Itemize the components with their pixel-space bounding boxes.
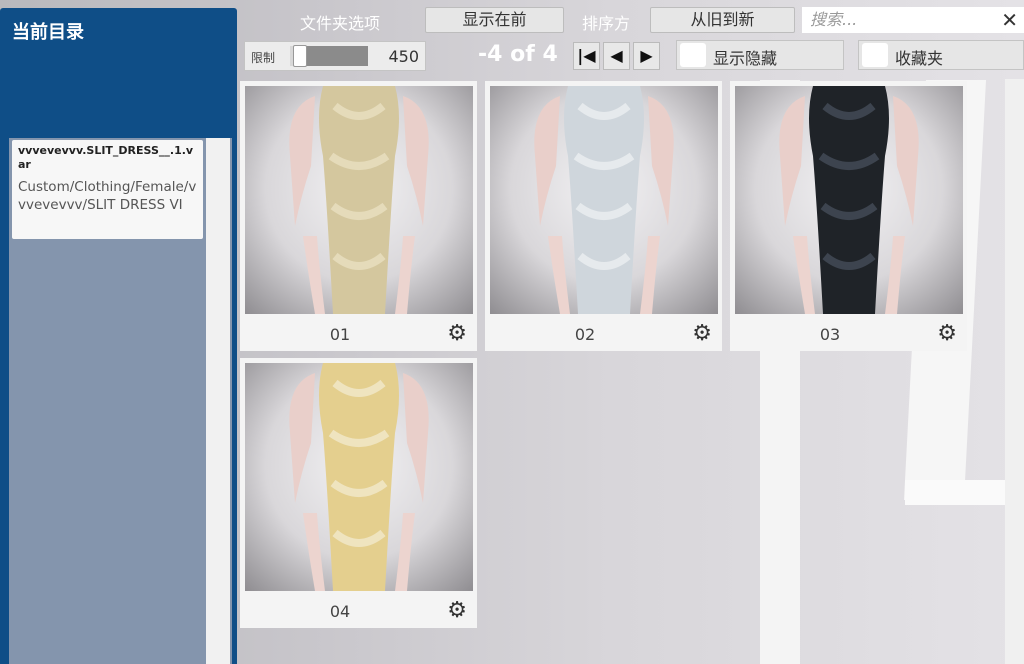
page-info: -4 of 4 [478, 42, 558, 67]
item-card[interactable]: 01 ⚙ [240, 81, 477, 351]
dress-figure [289, 363, 429, 591]
item-label: 03 [819, 325, 841, 344]
dress-figure [534, 86, 674, 314]
show-first-button[interactable]: 显示在前 [425, 7, 564, 33]
item-thumbnail[interactable] [245, 86, 473, 314]
dress-figure [289, 86, 429, 314]
item-thumbnail[interactable] [245, 363, 473, 591]
gear-icon[interactable]: ⚙ [937, 321, 957, 346]
item-label: 04 [329, 602, 351, 621]
item-card[interactable]: 04 ⚙ [240, 358, 477, 628]
item-label: 02 [574, 325, 596, 344]
show-hidden-checkbox[interactable] [680, 43, 706, 67]
limit-label: 限制 [251, 51, 276, 65]
limit-value: 450 [388, 47, 419, 66]
grid-scrollbar[interactable] [1005, 79, 1024, 664]
limit-slider-handle[interactable] [293, 45, 308, 67]
search-input[interactable]: 搜索... ✕ [802, 7, 1024, 33]
directory-list[interactable]: vvvevevvv.SLIT_DRESS__.1.var Custom/Clot… [9, 138, 232, 664]
item-thumbnail[interactable] [735, 86, 963, 314]
sort-order-dropdown[interactable]: 从旧到新 [650, 7, 795, 33]
current-directory-panel: 当前目录 vvvevevvv.SLIT_DRESS__.1.var Custom… [0, 8, 237, 664]
item-thumbnail[interactable] [490, 86, 718, 314]
item-card[interactable]: 02 ⚙ [485, 81, 722, 351]
gear-icon[interactable]: ⚙ [447, 598, 467, 623]
first-page-button[interactable]: |◀ [573, 42, 600, 70]
gear-icon[interactable]: ⚙ [692, 321, 712, 346]
show-hidden-label: 显示隐藏 [713, 49, 778, 68]
search-placeholder: 搜索... [810, 10, 858, 29]
item-card[interactable]: 03 ⚙ [730, 81, 967, 351]
directory-scrollbar[interactable] [206, 138, 230, 664]
gear-icon[interactable]: ⚙ [447, 321, 467, 346]
limit-slider[interactable] [290, 45, 368, 67]
limit-control: 限制 450 [244, 41, 426, 71]
dress-figure [779, 86, 919, 314]
next-page-button[interactable]: ▶ [633, 42, 660, 70]
panel-title: 当前目录 [12, 22, 84, 43]
directory-item[interactable]: vvvevevvv.SLIT_DRESS__.1.var Custom/Clot… [12, 140, 203, 239]
folder-options-label: 文件夹选项 [300, 14, 381, 33]
item-label: 01 [329, 325, 351, 344]
close-icon[interactable]: ✕ [1001, 7, 1018, 33]
sort-label: 排序方 [582, 14, 631, 33]
item-grid: 01 ⚙ 02 ⚙ 03 ⚙ 04 ⚙ [238, 79, 1005, 664]
favorites-checkbox[interactable] [862, 43, 888, 67]
package-name: vvvevevvv.SLIT_DRESS__.1.var [18, 144, 194, 171]
favorites-label: 收藏夹 [895, 49, 944, 68]
favorites-toggle[interactable]: 收藏夹 [858, 40, 1024, 70]
show-hidden-toggle[interactable]: 显示隐藏 [676, 40, 844, 70]
directory-path: Custom/Clothing/Female/vvvevevvv/SLIT DR… [18, 179, 197, 213]
prev-page-button[interactable]: ◀ [603, 42, 630, 70]
